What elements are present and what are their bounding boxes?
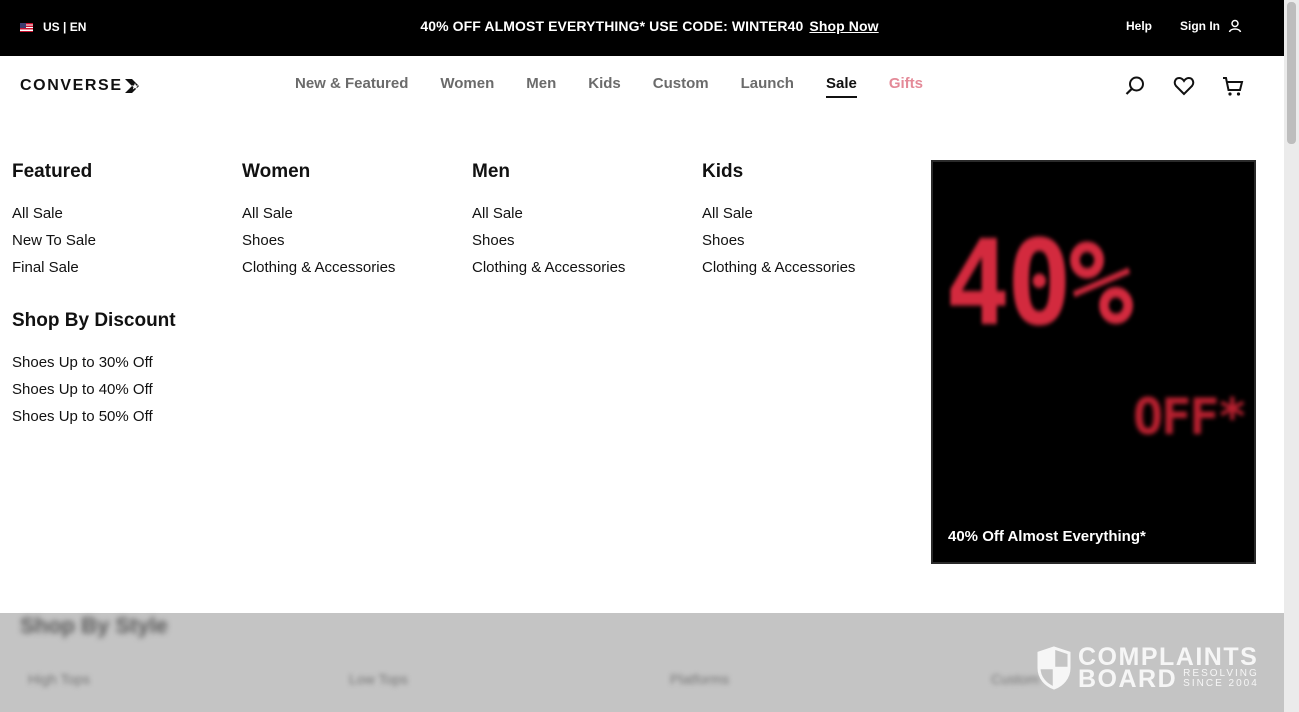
menu-heading-women: Women: [242, 161, 311, 182]
main-nav: New & Featured Women Men Kids Custom Launch Sa…: [295, 75, 955, 98]
menu-link-women-all-sale[interactable]: All Sale: [242, 200, 395, 227]
site-header: CONVERSE New & Featured Women Men Kids Custo…: [0, 56, 1284, 116]
promo-caption: 40% Off Almost Everything*: [948, 528, 1146, 545]
promo-banner-image[interactable]: 40% OFF* 40% Off Almost Everything*: [931, 160, 1256, 564]
shop-now-link[interactable]: Shop Now: [809, 18, 878, 34]
style-item: High Tops: [28, 671, 91, 687]
star-chevron-icon: [124, 79, 139, 93]
promo-message-text: 40% OFF ALMOST EVERYTHING* USE CODE: WIN…: [420, 18, 804, 34]
menu-column-women: Women All Sale Shoes Clothing & Accessor…: [242, 162, 395, 281]
promo-off-text: OFF*: [1133, 388, 1247, 446]
menu-link-all-sale[interactable]: All Sale: [12, 200, 176, 227]
shop-by-style-title: Shop By Style: [20, 613, 168, 638]
menu-link-shoes-50-off[interactable]: Shoes Up to 50% Off: [12, 403, 176, 430]
menu-column-featured: Featured All Sale New To Sale Final Sale…: [12, 162, 176, 430]
complaints-board-watermark: COMPLAINTS BOARD RESOLVING SINCE 2004: [1036, 645, 1259, 693]
nav-item-custom[interactable]: Custom: [653, 75, 709, 98]
menu-column-men: Men All Sale Shoes Clothing & Accessorie…: [472, 162, 625, 281]
menu-link-men-clothing[interactable]: Clothing & Accessories: [472, 254, 625, 281]
menu-link-shoes-40-off[interactable]: Shoes Up to 40% Off: [12, 376, 176, 403]
menu-link-kids-shoes[interactable]: Shoes: [702, 227, 855, 254]
promo-message: 40% OFF ALMOST EVERYTHING* USE CODE: WIN…: [0, 18, 1299, 34]
header-icons: [1097, 75, 1244, 97]
style-item: Custom: [991, 671, 1040, 687]
utility-links: Help Sign In: [1126, 19, 1242, 33]
converse-logo[interactable]: CONVERSE: [20, 77, 142, 95]
scrollbar-thumb[interactable]: [1287, 2, 1296, 144]
user-icon[interactable]: [1228, 19, 1242, 33]
watermark-since: SINCE 2004: [1183, 678, 1259, 689]
menu-link-kids-all-sale[interactable]: All Sale: [702, 200, 855, 227]
sale-mega-menu: Featured All Sale New To Sale Final Sale…: [0, 116, 1284, 613]
menu-heading-shop-by-discount: Shop By Discount: [12, 310, 176, 331]
menu-link-women-shoes[interactable]: Shoes: [242, 227, 395, 254]
nav-item-sale[interactable]: Sale: [825, 75, 857, 98]
menu-link-women-clothing[interactable]: Clothing & Accessories: [242, 254, 395, 281]
promo-bar: US | EN 40% OFF ALMOST EVERYTHING* USE C…: [0, 0, 1284, 56]
nav-item-women[interactable]: Women: [440, 75, 494, 98]
heart-icon[interactable]: [1173, 75, 1195, 97]
style-item: Platforms: [670, 671, 730, 687]
nav-item-kids[interactable]: Kids: [588, 75, 621, 98]
nav-item-gifts[interactable]: Gifts: [889, 75, 923, 98]
menu-link-kids-clothing[interactable]: Clothing & Accessories: [702, 254, 855, 281]
menu-link-men-all-sale[interactable]: All Sale: [472, 200, 625, 227]
nav-item-new-featured[interactable]: New & Featured: [295, 75, 408, 98]
menu-link-final-sale[interactable]: Final Sale: [12, 254, 176, 281]
menu-link-shoes-30-off[interactable]: Shoes Up to 30% Off: [12, 349, 176, 376]
menu-heading-kids: Kids: [702, 161, 744, 182]
menu-column-kids: Kids All Sale Shoes Clothing & Accessori…: [702, 162, 855, 281]
logo-text: CONVERSE: [20, 77, 123, 94]
menu-link-men-shoes[interactable]: Shoes: [472, 227, 625, 254]
watermark-board: BOARD: [1078, 665, 1178, 693]
search-icon[interactable]: [1124, 75, 1146, 97]
menu-heading-featured: Featured: [12, 161, 93, 182]
shield-icon: [1037, 646, 1071, 690]
promo-big-percent: 40%: [945, 214, 1134, 352]
sign-in-link[interactable]: Sign In: [1180, 19, 1220, 33]
page-scrollbar[interactable]: [1284, 0, 1299, 712]
help-link[interactable]: Help: [1126, 19, 1152, 33]
style-item: Low Tops: [349, 671, 408, 687]
nav-item-men[interactable]: Men: [526, 75, 556, 98]
menu-link-new-to-sale[interactable]: New To Sale: [12, 227, 176, 254]
cart-icon[interactable]: [1222, 75, 1244, 97]
menu-heading-men: Men: [472, 161, 510, 182]
nav-item-launch[interactable]: Launch: [741, 75, 794, 98]
